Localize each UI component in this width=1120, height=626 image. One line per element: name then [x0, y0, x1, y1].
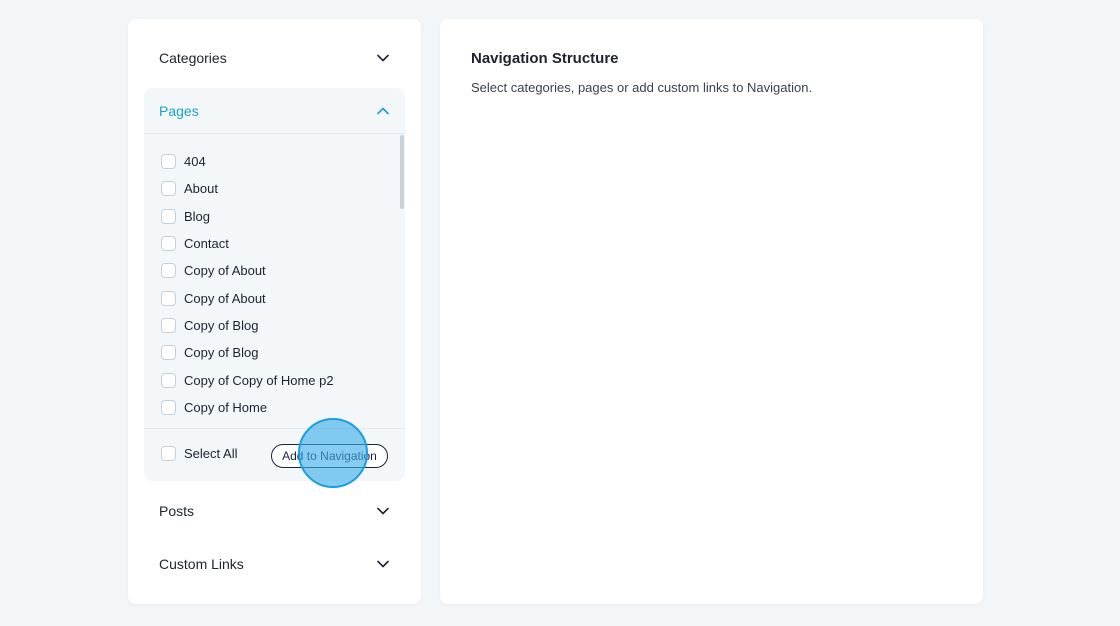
menu-sources-panel: Categories Pages 404 About Blog Contact … — [128, 19, 421, 604]
pages-footer: Select All Add to Navigation — [144, 428, 405, 481]
list-item[interactable]: Copy of About — [161, 288, 266, 308]
pages-list: 404 About Blog Contact Copy of About Cop… — [144, 135, 405, 427]
list-item[interactable]: 404 — [161, 151, 206, 171]
page-checkbox[interactable] — [161, 290, 176, 306]
page-item-label: About — [184, 180, 218, 196]
page-checkbox[interactable] — [161, 262, 176, 278]
page-checkbox[interactable] — [161, 208, 176, 224]
page-checkbox[interactable] — [161, 344, 176, 360]
select-all-label: Select All — [184, 446, 238, 461]
page-item-label: Copy of Copy of Home p2 — [184, 372, 334, 388]
page-item-label: Copy of About — [184, 262, 266, 278]
page-item-label: Copy of Blog — [184, 344, 259, 360]
add-to-navigation-button[interactable]: Add to Navigation — [271, 444, 388, 468]
page-item-label: Copy of Blog — [184, 317, 259, 333]
page-checkbox[interactable] — [161, 317, 176, 333]
page-title: Navigation Structure — [471, 50, 619, 67]
page-item-label: Copy of Home — [184, 399, 268, 415]
list-item-partial — [161, 424, 176, 427]
list-item[interactable]: Contact — [161, 233, 229, 253]
navigation-structure-panel: Navigation Structure Select categories, … — [440, 19, 983, 604]
list-item[interactable]: Copy of About — [161, 260, 266, 280]
page-checkbox[interactable] — [161, 235, 176, 251]
categories-accordion-header[interactable]: Categories — [128, 32, 421, 84]
page-item-label: Copy of About — [184, 290, 266, 306]
chevron-down-icon — [377, 54, 389, 62]
page-description: Select categories, pages or add custom l… — [471, 80, 813, 95]
scrollbar-thumb[interactable] — [400, 135, 404, 209]
chevron-down-icon — [377, 507, 389, 515]
pages-accordion-header[interactable]: Pages — [144, 88, 405, 134]
pages-label: Pages — [159, 102, 199, 119]
list-item[interactable]: Copy of Home — [161, 397, 267, 417]
custom-links-accordion-header[interactable]: Custom Links — [128, 538, 421, 590]
list-item[interactable]: Copy of Copy of Home p2 — [161, 370, 334, 390]
pages-scrollbar[interactable] — [399, 135, 405, 427]
posts-accordion-header[interactable]: Posts — [128, 485, 421, 537]
posts-label: Posts — [159, 503, 195, 519]
list-item[interactable]: About — [161, 178, 218, 198]
pages-accordion: Pages 404 About Blog Contact Copy of Abo… — [144, 88, 405, 481]
list-item[interactable]: Copy of Blog — [161, 342, 258, 362]
page-item-label: 404 — [184, 153, 206, 169]
page-checkbox[interactable] — [161, 399, 176, 415]
select-all-checkbox[interactable] — [161, 446, 176, 461]
select-all-control[interactable]: Select All — [161, 446, 237, 461]
chevron-down-icon — [377, 560, 389, 568]
list-item[interactable]: Blog — [161, 206, 210, 226]
page-checkbox[interactable] — [161, 180, 176, 196]
list-item[interactable]: Copy of Blog — [161, 315, 258, 335]
page-item-label: Contact — [184, 235, 229, 251]
page-checkbox[interactable] — [161, 372, 176, 388]
page-item-label: Blog — [184, 208, 211, 224]
chevron-up-icon — [377, 107, 389, 114]
categories-label: Categories — [159, 50, 227, 66]
page-checkbox — [161, 426, 176, 427]
page-checkbox[interactable] — [161, 153, 176, 169]
custom-links-label: Custom Links — [159, 556, 244, 572]
